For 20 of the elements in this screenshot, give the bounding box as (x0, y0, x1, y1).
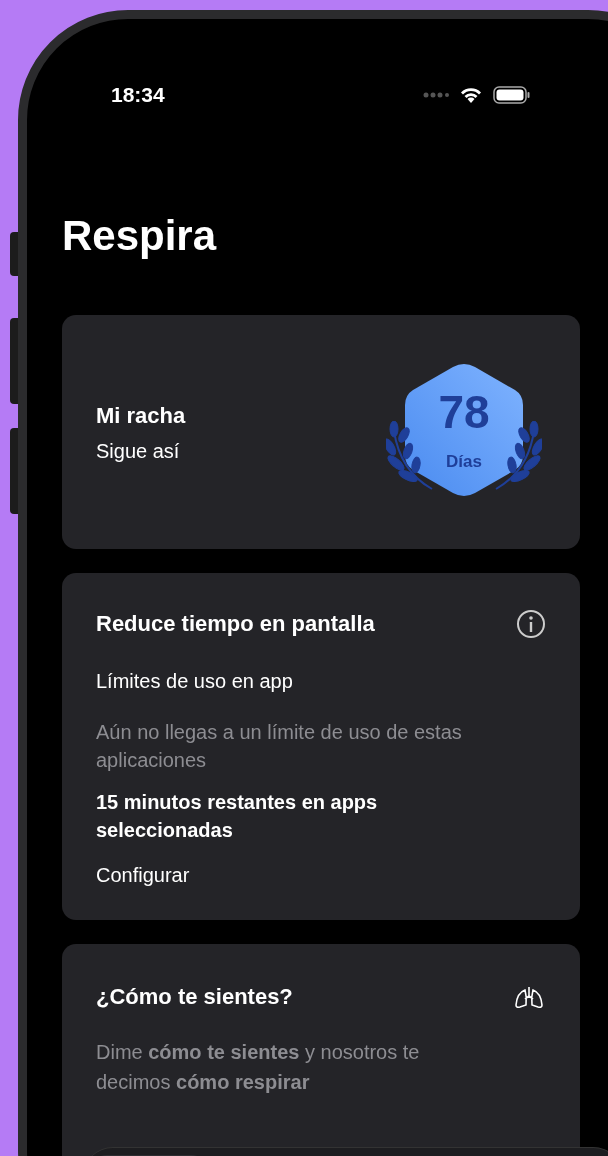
card-title: Reduce tiempo en pantalla (96, 610, 375, 638)
page-title: Respira (62, 215, 218, 257)
limit-note: Aún no llegas a un límite de uso de estas aplicaciones (96, 720, 463, 773)
status-time: 18:34 (111, 82, 165, 109)
wifi-icon (459, 86, 483, 104)
info-icon[interactable] (516, 608, 546, 639)
battery-icon (493, 86, 531, 104)
feeling-card[interactable]: ¿Cómo te sientes? Dime cómo te sientes y nosotros te decimos cómo respirar (62, 944, 580, 1156)
lungs-icon (514, 984, 544, 1009)
streak-card[interactable]: Mi racha Sigue así 78 Días (62, 315, 580, 549)
card-title: Mi racha (96, 401, 186, 430)
streak-count: 78 (437, 389, 491, 435)
streak-unit: Días (445, 453, 483, 470)
card-subtitle: Sigue así (96, 438, 181, 464)
signal-icon (423, 92, 449, 98)
card-title: ¿Cómo te sientes? (96, 983, 293, 1011)
limits-label: Límites de uso en app (96, 669, 294, 694)
feeling-description: Dime cómo te sientes y nosotros te decimos cómo respirar (96, 1040, 421, 1095)
remaining-time: 15 minutos restantes en apps seleccionadas (96, 790, 379, 843)
configure-link[interactable]: Configurar (96, 860, 190, 890)
